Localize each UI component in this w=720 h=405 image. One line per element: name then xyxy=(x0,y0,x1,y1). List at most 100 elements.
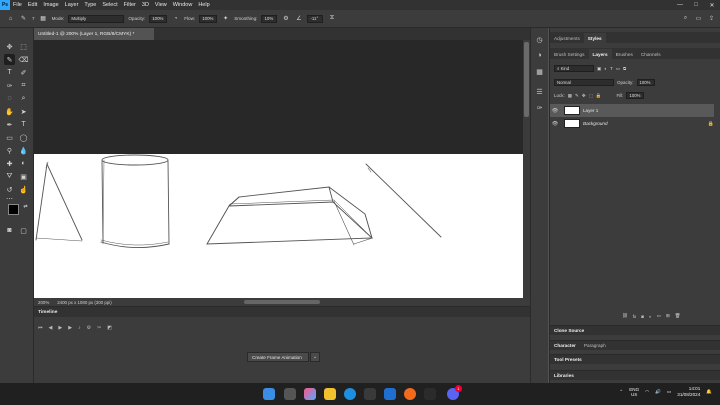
language-indicator[interactable]: ENG US xyxy=(629,387,639,397)
color-panel-icon[interactable]: ◑ xyxy=(534,50,545,61)
menu-file[interactable]: File xyxy=(10,2,25,8)
speech-bubble-icon[interactable]: ◯ xyxy=(18,132,29,143)
menu-image[interactable]: Image xyxy=(40,2,61,8)
menu-3d[interactable]: 3D xyxy=(139,2,152,8)
marquee-tool-icon[interactable]: ⬚ xyxy=(18,41,29,52)
trash-icon[interactable]: 🗑 xyxy=(675,313,681,319)
foreground-color-swatch[interactable] xyxy=(8,204,19,215)
menu-filter[interactable]: Filter xyxy=(121,2,139,8)
filter-pixel-icon[interactable]: ▣ xyxy=(597,66,601,72)
document-info[interactable]: 2400 px x 1080 px (300 ppi) xyxy=(57,300,111,305)
menu-view[interactable]: View xyxy=(152,2,170,8)
tab-paragraph[interactable]: Paragraph xyxy=(584,343,606,348)
media-icon[interactable] xyxy=(424,388,436,400)
close-button[interactable]: ✕ xyxy=(704,0,720,10)
opacity-field[interactable]: 100% xyxy=(149,14,168,23)
eraser-tool-icon[interactable]: ⌫ xyxy=(18,54,29,65)
copilot-icon[interactable] xyxy=(304,388,316,400)
file-explorer-icon[interactable] xyxy=(324,388,336,400)
smoothing-gear-icon[interactable]: ⚙ xyxy=(281,14,290,23)
zoom-tool-icon[interactable]: ⌕ xyxy=(18,93,29,104)
layer-row-layer-1[interactable]: 👁 Layer 1 xyxy=(550,104,714,117)
symmetry-icon[interactable]: ⧖ xyxy=(327,14,336,23)
tab-character[interactable]: Character xyxy=(554,343,576,348)
history-panel-icon[interactable]: ◷ xyxy=(534,34,545,45)
more-tools-icon[interactable]: ⋯ xyxy=(4,193,15,204)
notifications-icon[interactable]: 🔔 xyxy=(706,389,712,395)
previous-frame-icon[interactable]: ◀ xyxy=(49,325,53,331)
horizontal-scrollbar-thumb[interactable] xyxy=(244,300,320,304)
lock-position-icon[interactable]: ✥ xyxy=(582,93,586,99)
menu-select[interactable]: Select xyxy=(99,2,120,8)
vertical-scrollbar-thumb[interactable] xyxy=(524,42,529,117)
hand-tool-icon[interactable]: ✋ xyxy=(4,106,15,117)
lock-all-icon[interactable]: 🔒 xyxy=(596,93,602,99)
eyedropper-icon[interactable]: ✑ xyxy=(4,80,15,91)
filter-type-icon[interactable]: T xyxy=(610,66,613,71)
layer-kind-filter[interactable]: ⌕ Kind xyxy=(554,65,594,72)
timeline-header[interactable]: Timeline xyxy=(34,307,530,317)
workspace-icon[interactable]: ▭ xyxy=(694,14,703,23)
crop-tool-icon[interactable]: ⌗ xyxy=(18,80,29,91)
tab-brushes[interactable]: Brushes xyxy=(612,49,637,59)
mixer-brush-icon[interactable]: ✐ xyxy=(18,67,29,78)
link-layers-icon[interactable]: ⛓ xyxy=(622,313,628,319)
new-layer-icon[interactable]: ⊞ xyxy=(666,313,670,319)
paint-bucket-icon[interactable]: ⛛ xyxy=(4,171,15,182)
document-tab[interactable]: Untitled-1 @ 200% (Layer 1, RGB/8/CMYK) … xyxy=(34,28,154,40)
tab-styles[interactable]: Styles xyxy=(583,33,606,43)
layer-opacity-field[interactable]: 100% xyxy=(636,79,655,86)
swatches-panel-icon[interactable]: ▦ xyxy=(534,66,545,77)
first-frame-icon[interactable]: ⏮ xyxy=(38,325,43,331)
gradient-tool-icon[interactable]: ▣ xyxy=(18,171,29,182)
store-icon[interactable] xyxy=(364,388,376,400)
tab-layers[interactable]: Layers xyxy=(588,49,612,59)
create-frame-animation-button[interactable]: Create Frame Animation xyxy=(247,352,309,362)
lasso-tool-icon[interactable]: ◌ xyxy=(4,93,15,104)
blend-mode-select[interactable]: Normal xyxy=(554,79,614,86)
audio-icon[interactable]: ♪ xyxy=(78,325,81,331)
pressure-opacity-icon[interactable]: ◔ xyxy=(171,14,180,23)
paths-panel-icon[interactable]: ✑ xyxy=(534,102,545,113)
adjustment-layer-icon[interactable]: ◐ xyxy=(649,314,652,319)
path-selection-icon[interactable]: ➤ xyxy=(18,106,29,117)
airbrush-icon[interactable]: ✦ xyxy=(221,14,230,23)
rectangle-tool-icon[interactable]: ▭ xyxy=(4,132,15,143)
play-icon[interactable]: ▶ xyxy=(58,325,62,331)
blender-icon[interactable] xyxy=(404,388,416,400)
layer-style-icon[interactable]: fx xyxy=(633,314,637,319)
smudge-tool-icon[interactable]: ☝ xyxy=(18,184,29,195)
home-icon[interactable]: ⌂ xyxy=(6,14,15,23)
menu-edit[interactable]: Edit xyxy=(25,2,40,8)
filter-shape-icon[interactable]: ▭ xyxy=(616,66,620,72)
brush-settings-icon[interactable]: ▦ xyxy=(39,14,48,23)
settings-icon[interactable]: ⚙ xyxy=(87,325,91,331)
properties-panel-icon[interactable]: ☰ xyxy=(534,86,545,97)
search-icon[interactable]: ⌕ xyxy=(681,14,690,23)
tab-adjustments[interactable]: Adjustments xyxy=(550,33,584,43)
minimize-button[interactable]: — xyxy=(672,0,688,10)
volume-icon[interactable]: 🔊 xyxy=(655,389,661,395)
chevron-up-icon[interactable]: ⌃ xyxy=(619,389,623,395)
stamp-tool-icon[interactable]: ⚲ xyxy=(4,145,15,156)
libraries-panel[interactable]: Libraries xyxy=(550,370,720,380)
chevron-down-icon[interactable]: ⌄ xyxy=(310,352,320,362)
move-tool-icon[interactable]: ✥ xyxy=(4,41,15,52)
edge-icon[interactable] xyxy=(344,388,356,400)
maximize-button[interactable]: □ xyxy=(688,0,704,10)
filter-smart-icon[interactable]: ⧉ xyxy=(623,66,626,71)
photoshop-taskbar-icon[interactable] xyxy=(384,388,396,400)
screen-mode-icon[interactable]: ▢ xyxy=(18,225,29,236)
horizontal-type-icon[interactable]: T xyxy=(18,119,29,130)
angle-field[interactable]: -11° xyxy=(307,14,324,23)
layer-row-background[interactable]: 👁 Background 🔒 xyxy=(550,117,714,130)
clone-source-panel[interactable]: Clone Source xyxy=(550,325,720,335)
wifi-icon[interactable]: ◠ xyxy=(645,389,649,395)
type-tool-icon[interactable]: T xyxy=(4,67,15,78)
share-icon[interactable]: ⇪ xyxy=(707,14,716,23)
visibility-eye-icon[interactable]: 👁 xyxy=(550,121,560,127)
task-view-icon[interactable] xyxy=(284,388,296,400)
menu-layer[interactable]: Layer xyxy=(62,2,82,8)
pen-tool-icon[interactable]: ✒ xyxy=(4,119,15,130)
tool-presets-panel[interactable]: Tool Presets xyxy=(550,354,720,364)
